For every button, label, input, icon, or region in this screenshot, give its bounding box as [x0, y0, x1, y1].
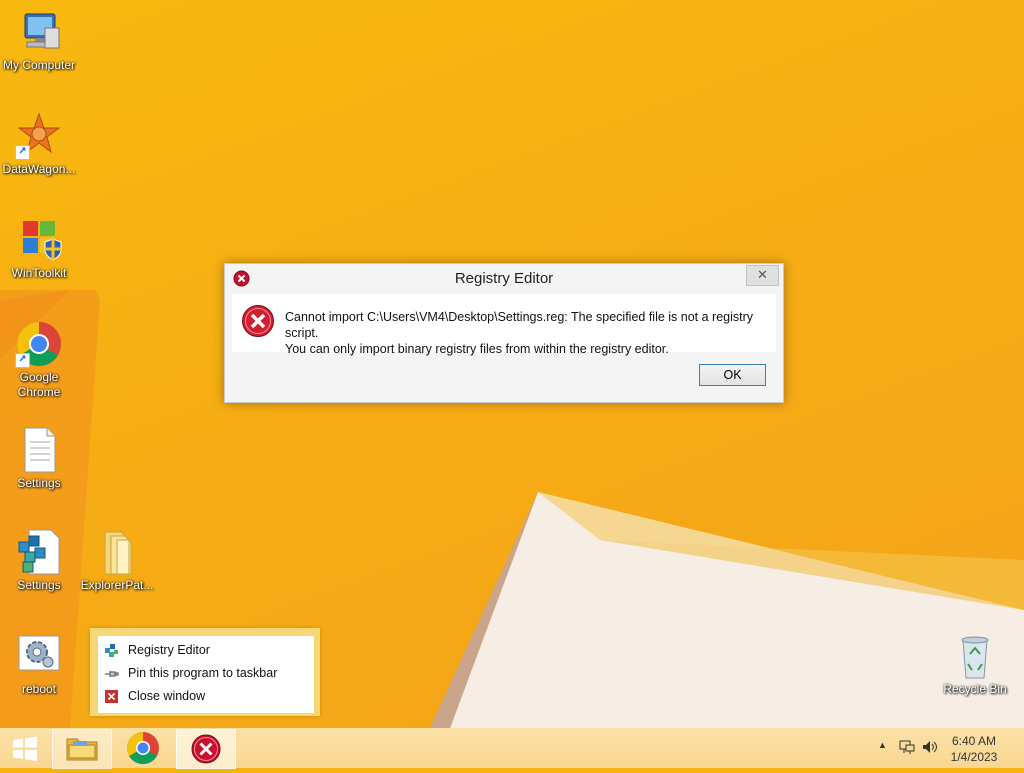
clock-date: 1/4/2023	[950, 750, 998, 764]
error-message: Cannot import C:\Users\VM4\Desktop\Setti…	[285, 309, 775, 357]
desktop-icon-label: Settings	[17, 476, 61, 490]
datawagon-icon: ↗	[15, 112, 63, 160]
desktop-icon-label: Recycle Bin	[943, 682, 1007, 696]
computer-icon	[15, 8, 63, 56]
jumplist-item-close-window[interactable]: Close window	[104, 686, 312, 706]
clock[interactable]: 6:40 AM 1/4/2023	[944, 733, 1004, 765]
recycle-bin-icon	[951, 632, 999, 680]
folder-icon	[93, 528, 141, 576]
dialog-title: Registry Editor	[454, 270, 554, 287]
desktop-icon-settings-file[interactable]: Settings	[0, 426, 78, 491]
folder-icon	[66, 738, 98, 761]
windows-logo-icon	[13, 736, 37, 761]
pin-icon	[104, 666, 119, 681]
desktop-icon-label: DataWagon...	[2, 162, 76, 176]
registry-file-icon	[15, 528, 63, 576]
volume-icon[interactable]	[920, 738, 938, 761]
shortcut-arrow-icon: ↗	[15, 353, 30, 368]
desktop-icon-wintoolkit[interactable]: WinToolkit	[0, 216, 78, 281]
network-icon[interactable]	[898, 738, 916, 761]
desktop-icon-label: reboot	[21, 682, 57, 696]
error-message-line: Cannot import C:\Users\VM4\Desktop\Setti…	[285, 310, 754, 340]
wintoolkit-icon	[15, 216, 63, 264]
desktop-icon-explorerpatcher[interactable]: ExplorerPat...	[78, 528, 156, 593]
desktop-icon-my-computer[interactable]: My Computer	[0, 8, 78, 73]
text-file-icon	[15, 426, 63, 474]
show-hidden-icons-arrow[interactable]: ▲	[878, 740, 887, 750]
system-tray: ▲ 6:40 AM 1/4/2023	[864, 728, 1024, 768]
dialog-content: Cannot import C:\Users\VM4\Desktop\Setti…	[232, 294, 776, 356]
taskbar: ▲ 6:40 AM 1/4/2023	[0, 728, 1024, 769]
start-button[interactable]	[4, 729, 44, 767]
close-button[interactable]: ✕	[746, 265, 779, 286]
registry-editor-error-dialog: Registry Editor ✕ Cannot import C:\Users…	[224, 263, 784, 403]
jumplist-label: Close window	[128, 689, 206, 703]
error-message-line: You can only import binary registry file…	[285, 342, 669, 356]
taskbar-google-chrome[interactable]	[118, 729, 168, 767]
taskbar-jump-list: Registry Editor Pin this program to task…	[90, 628, 320, 716]
jumplist-item-registry-editor[interactable]: Registry Editor	[104, 640, 312, 660]
desktop-icon-label: WinToolkit	[11, 266, 67, 280]
desktop-icon-google-chrome[interactable]: ↗ Google Chrome	[0, 320, 78, 400]
error-icon	[191, 734, 221, 764]
chrome-icon	[126, 731, 159, 765]
taskbar-registry-editor-error[interactable]	[176, 729, 236, 769]
desktop-icon-label: My Computer	[2, 58, 76, 72]
clock-time: 6:40 AM	[951, 734, 997, 748]
desktop-icon-datawagon[interactable]: ↗ DataWagon...	[0, 112, 78, 177]
desktop-icon-reboot[interactable]: reboot	[0, 632, 78, 697]
desktop-icon-label: Settings	[17, 578, 61, 592]
desktop-icon-label: Google Chrome	[17, 370, 61, 399]
desktop-icon-recycle-bin[interactable]: Recycle Bin	[936, 632, 1014, 697]
error-icon	[241, 304, 275, 338]
jumplist-label: Pin this program to taskbar	[128, 666, 278, 680]
shortcut-arrow-icon: ↗	[15, 145, 30, 160]
desktop-icon-label: ExplorerPat...	[80, 578, 154, 592]
jumplist-item-pin[interactable]: Pin this program to taskbar	[104, 663, 312, 683]
gear-icon	[15, 632, 63, 680]
registry-editor-icon	[104, 643, 119, 658]
close-window-icon	[104, 689, 119, 704]
jumplist-label: Registry Editor	[128, 643, 210, 657]
chrome-icon: ↗	[15, 320, 63, 368]
dialog-titlebar[interactable]: Registry Editor ✕	[225, 264, 783, 294]
ok-button[interactable]: OK	[699, 364, 766, 386]
desktop-icon-settings-reg[interactable]: Settings	[0, 528, 78, 593]
taskbar-file-explorer[interactable]	[52, 729, 112, 769]
